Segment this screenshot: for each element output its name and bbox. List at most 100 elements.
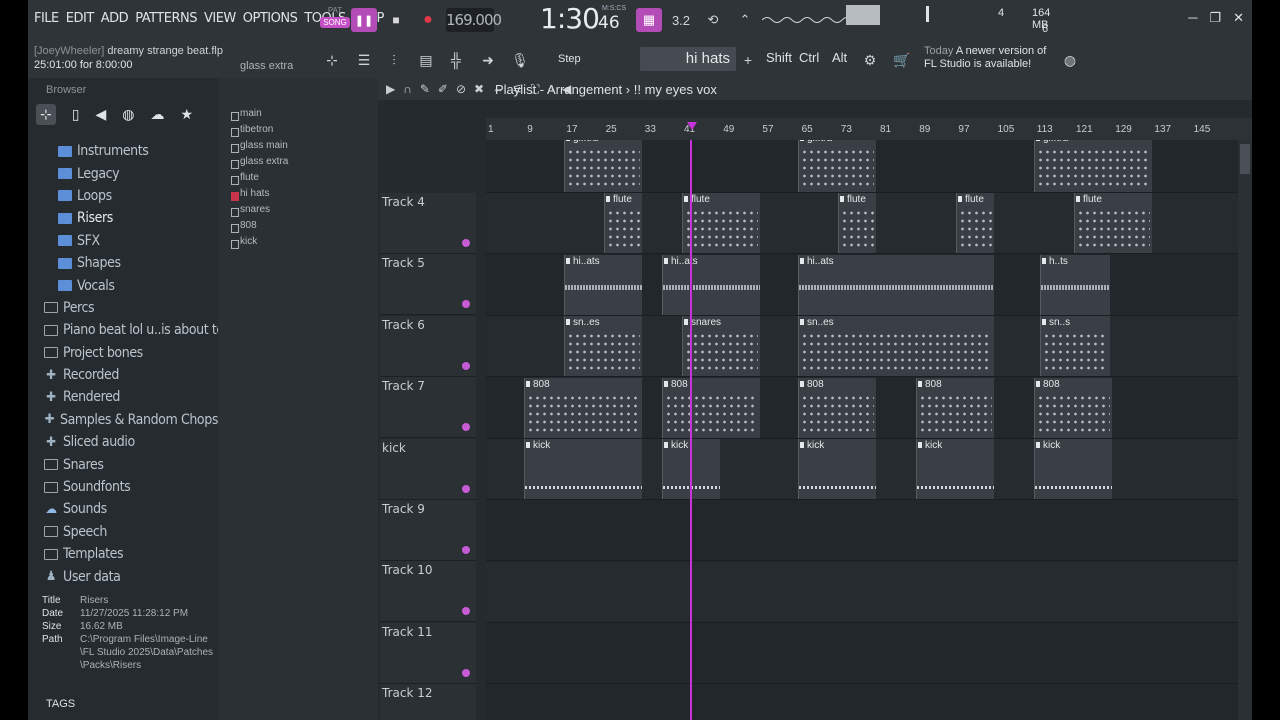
browser-item[interactable]: ✚ Rendered <box>28 386 218 408</box>
playhead[interactable] <box>690 140 692 720</box>
star-tab-icon[interactable]: ★ <box>180 106 193 123</box>
news-panel[interactable]: Today A newer version of FL Studio is av… <box>924 45 1046 71</box>
add-pattern-button[interactable]: + <box>736 48 760 72</box>
globe-button[interactable]: ◍ <box>1058 48 1082 72</box>
browser-item[interactable]: SFX <box>28 230 218 252</box>
delete-icon[interactable]: ⊘ <box>456 82 466 97</box>
track-header[interactable]: Track 9 <box>380 500 476 561</box>
picker-item[interactable]: main <box>220 108 360 124</box>
pattern-clip[interactable]: flute <box>682 193 760 254</box>
pattern-clip[interactable]: flute <box>838 193 876 254</box>
track-header[interactable]: Track 7 <box>380 377 476 439</box>
restore-icon[interactable]: ❐ <box>1209 10 1221 26</box>
play-arrow-icon[interactable]: ▶ <box>386 82 395 97</box>
track-select-dot[interactable] <box>462 361 470 370</box>
browser-item[interactable]: ✚ Samples & Random Chops <box>28 409 218 431</box>
pattern-selector[interactable]: hi hats <box>640 47 736 71</box>
channel-rack-button[interactable]: ▤ <box>414 48 438 72</box>
track-select-dot[interactable] <box>462 239 470 247</box>
browser-item[interactable]: ✚ Recorded <box>28 364 218 386</box>
picker-item[interactable]: tibetron <box>220 124 360 140</box>
track-select-dot[interactable] <box>462 300 470 309</box>
shift-key[interactable]: Shift <box>766 50 792 65</box>
all-tab-icon[interactable]: ⊹ <box>36 103 56 125</box>
tags-label[interactable]: TAGS <box>46 698 75 710</box>
track-header[interactable]: Track 4 <box>380 193 476 254</box>
tempo-display[interactable]: 169.000 <box>446 8 502 32</box>
arrow-button[interactable]: ➜ <box>476 48 500 72</box>
snap-tools-button[interactable]: ⊹ <box>320 48 344 72</box>
track-header[interactable]: kick <box>380 438 476 500</box>
wait-input-button[interactable]: ⟲ <box>700 8 726 32</box>
playlist-button[interactable]: ☰ <box>352 48 376 72</box>
pattern-clip[interactable]: 808 <box>798 377 876 438</box>
picker-item[interactable]: hi hats <box>220 188 360 204</box>
pattern-clip[interactable]: 808 <box>524 377 642 438</box>
vertical-scrollbar[interactable] <box>1238 140 1252 720</box>
speaker-tab-icon[interactable]: ◀ <box>95 106 106 123</box>
menu-view[interactable]: VIEW <box>204 11 236 26</box>
pattern-clip[interactable]: kick <box>798 439 876 499</box>
track-select-dot[interactable] <box>462 668 470 677</box>
close-icon[interactable]: ✕ <box>1233 10 1244 26</box>
shop-button[interactable]: 🛒 <box>890 48 914 72</box>
track-select-dot[interactable] <box>462 423 470 432</box>
browser-item[interactable]: Templates <box>28 543 218 565</box>
track-header[interactable]: Track 5 <box>380 254 476 316</box>
mute-icon[interactable]: ✖ <box>474 82 484 97</box>
ctrl-key[interactable]: Ctrl <box>799 50 819 65</box>
piano-roll-button[interactable]: ╬ <box>444 48 468 72</box>
pattern-clip[interactable]: snares <box>682 316 760 377</box>
menu-file[interactable]: FILE <box>34 11 59 26</box>
pattern-clip[interactable]: gl..tra <box>564 140 642 192</box>
pattern-clip[interactable]: kick <box>1034 439 1112 499</box>
stop-button[interactable]: ■ <box>383 8 409 32</box>
browser-item[interactable]: Risers <box>28 207 218 229</box>
track-lane[interactable] <box>486 500 1252 562</box>
pattern-clip[interactable]: hi..ats <box>662 254 760 315</box>
plugin-button[interactable]: ⚙ <box>858 48 882 72</box>
browser-item[interactable]: Legacy <box>28 162 218 184</box>
playhead-marker[interactable] <box>687 122 697 130</box>
picker-item[interactable]: glass extra <box>220 156 360 172</box>
pattern-clip[interactable]: kick <box>916 439 994 499</box>
magnet-icon[interactable]: ∩ <box>403 82 412 97</box>
browser-item[interactable]: Vocals <box>28 274 218 296</box>
paint-icon[interactable]: ✐ <box>438 82 448 97</box>
metronome-button[interactable]: ▦ <box>636 8 662 32</box>
pattern-clip[interactable]: flute <box>1074 193 1152 254</box>
browser-item[interactable]: Percs <box>28 297 218 319</box>
pattern-clip[interactable]: h..ts <box>1040 254 1110 315</box>
pat-song-toggle[interactable]: PAT SONG <box>320 6 350 34</box>
loop-record-button[interactable]: ⌃ <box>732 8 758 32</box>
pattern-clip[interactable]: 808 <box>916 377 994 438</box>
record-button[interactable]: ● <box>415 8 441 32</box>
browser-item[interactable]: Soundfonts <box>28 476 218 498</box>
cloud-tab-icon[interactable]: ☁ <box>150 106 164 123</box>
snap-selector[interactable]: Step <box>538 49 618 69</box>
pattern-clip[interactable]: hi..ats <box>798 254 994 315</box>
browser-item[interactable]: Loops <box>28 185 218 207</box>
pencil-icon[interactable]: ✎ <box>420 82 430 97</box>
timeline-ruler[interactable]: 1 9 17 25 33 41 49 57 65 73 81 89 97 105 113 121 129 137 1… <box>486 118 1252 140</box>
browser-item[interactable]: ♟ User data <box>28 565 218 587</box>
browser-item[interactable]: Snares <box>28 453 218 475</box>
track-lane[interactable] <box>486 623 1252 685</box>
pattern-clip[interactable]: gl..tra <box>1034 140 1152 192</box>
pause-button[interactable]: ❚❚ <box>351 8 377 32</box>
pattern-clip[interactable]: hi..ats <box>564 254 642 315</box>
picker-item[interactable]: 808 <box>220 220 360 236</box>
track-header[interactable]: Track 11 <box>380 622 476 684</box>
track-select-dot[interactable] <box>462 546 470 554</box>
browser-item[interactable]: Piano beat lol u..is about to die <box>28 319 218 341</box>
picker-item[interactable]: glass main <box>220 140 360 156</box>
pattern-clip[interactable]: gl..tra <box>798 140 876 192</box>
browser-item[interactable]: Speech <box>28 521 218 543</box>
pattern-clip[interactable]: sn..es <box>564 316 642 377</box>
track-header[interactable]: Track 10 <box>380 561 476 623</box>
pattern-clip[interactable]: kick <box>524 439 642 499</box>
files-tab-icon[interactable]: ▯ <box>72 106 80 123</box>
track-select-dot[interactable] <box>462 607 470 616</box>
time-display[interactable]: 1:30 <box>540 2 600 35</box>
picker-item[interactable]: flute <box>220 172 360 188</box>
